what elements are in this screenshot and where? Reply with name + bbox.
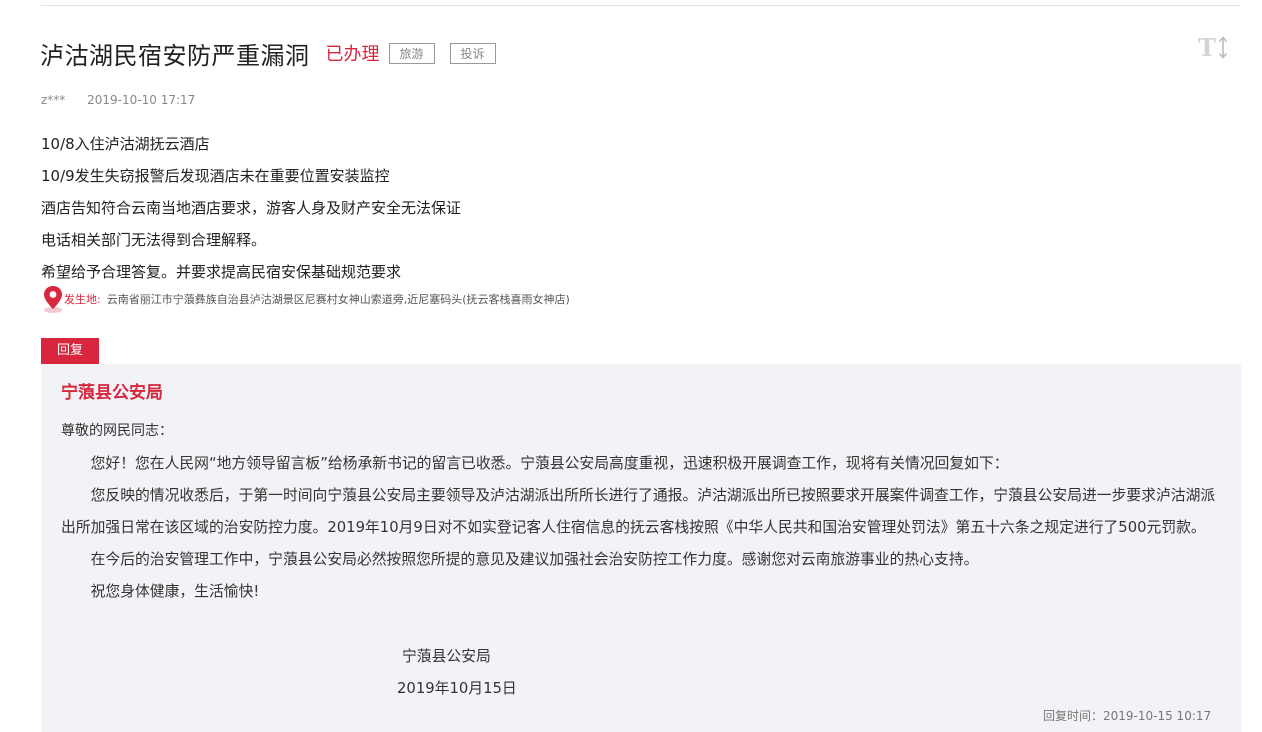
reply-organization: 宁蒗县公安局 [61,383,163,403]
body-line: 10/8入住泸沽湖抚云酒店 [41,135,210,153]
page-title: 泸沽湖民宿安防严重漏洞 [40,41,310,70]
post-date: 2019-10-10 17:17 [87,93,196,107]
author-name: z*** [41,93,66,107]
reply-salutation: 尊敬的网民同志： [61,423,173,439]
body-line: 10/9发生失窃报警后发现酒店未在重要位置安装监控 [41,167,390,185]
reply-paragraph: 您好！您在人民网“地方领导留言板”给杨承新书记的留言已收悉。宁蒗县公安局高度重视… [90,455,1009,472]
message-page: 泸沽湖民宿安防严重漏洞 已办理 旅游 投诉 T z*** 2019-10-10 … [0,0,1262,732]
body-line: 酒店告知符合云南当地酒店要求，游客人身及财产安全无法保证 [41,199,462,217]
reply-body: 您好！您在人民网“地方领导留言板”给杨承新书记的留言已收悉。宁蒗县公安局高度重视… [61,448,1221,608]
reply-paragraph: 祝您身体健康，生活愉快! [90,583,260,600]
location-label: 发生地: [64,293,101,306]
status-badge: 已办理 [325,44,380,65]
signature-date: 2019年10月15日 [397,680,517,697]
text-size-icon[interactable]: T [1198,33,1230,63]
signature-org: 宁蒗县公安局 [402,648,491,665]
svg-text:T: T [1198,33,1216,62]
location-row: 发生地: 云南省丽江市宁蒗彝族自治县泸沽湖景区尼赛村女神山索道旁,近尼塞码头(抚… [40,284,570,314]
location-text: 云南省丽江市宁蒗彝族自治县泸沽湖景区尼赛村女神山索道旁,近尼塞码头(抚云客栈喜雨… [106,293,570,306]
post-meta: z*** 2019-10-10 17:17 [41,93,195,107]
reply-paragraph: 在今后的治安管理工作中，宁蒗县公安局必然按照您所提的意见及建议加强社会治安防控工… [90,551,979,568]
reply-panel: 宁蒗县公安局 尊敬的网民同志： 您好！您在人民网“地方领导留言板”给杨承新书记的… [41,364,1241,732]
post-body: 10/8入住泸沽湖抚云酒店 10/9发生失窃报警后发现酒店未在重要位置安装监控 … [41,128,461,288]
tag-complaint[interactable]: 投诉 [449,42,496,64]
top-divider [41,5,1241,6]
reply-tab: 回复 [41,338,99,364]
map-pin-icon [44,286,62,313]
reply-paragraph: 您反映的情况收悉后，于第一时间向宁蒗县公安局主要领导及泸沽湖派出所所长进行了通报… [61,487,1216,536]
tag-travel[interactable]: 旅游 [388,42,435,64]
reply-time: 回复时间：2019-10-15 10:17 [1043,709,1212,723]
body-line: 电话相关部门无法得到合理解释。 [41,231,267,249]
title-row: 泸沽湖民宿安防严重漏洞 已办理 旅游 投诉 [40,36,496,70]
